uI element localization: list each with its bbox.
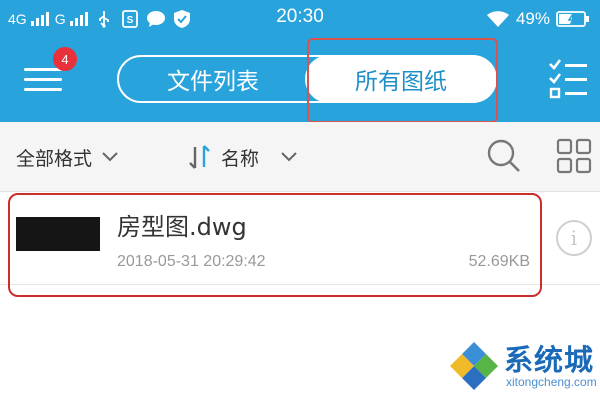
file-info-button[interactable]: i bbox=[556, 220, 592, 256]
status-right: 49% bbox=[486, 7, 590, 31]
search-icon bbox=[487, 139, 520, 172]
site-watermark: 系统城 xitongcheng.com bbox=[448, 337, 600, 400]
watermark-subtitle: xitongcheng.com bbox=[506, 375, 597, 389]
battery-percent: 49% bbox=[515, 9, 550, 28]
grid-view-icon bbox=[556, 138, 592, 174]
app-screen: 4G G S 20:30 49% 4 文件列表 所有图纸 全部格式 名称 房型图… bbox=[0, 0, 600, 400]
watermark-logo-icon bbox=[450, 342, 498, 390]
status-bar: 4G G S 20:30 49% bbox=[0, 0, 600, 38]
sort-arrows-icon bbox=[189, 145, 210, 169]
info-icon: i bbox=[570, 226, 578, 250]
top-bar: 4G G S 20:30 49% 4 文件列表 所有图纸 bbox=[0, 0, 600, 123]
tab-all-drawings[interactable]: 所有图纸 bbox=[305, 55, 497, 103]
file-thumbnail bbox=[16, 217, 100, 251]
format-filter-label: 全部格式 bbox=[16, 147, 93, 170]
grid-view-button[interactable] bbox=[556, 138, 592, 174]
notification-badge: 4 bbox=[53, 47, 77, 71]
chevron-down-icon bbox=[102, 152, 118, 162]
sort-dropdown[interactable]: 名称 bbox=[187, 122, 297, 192]
search-button[interactable] bbox=[486, 138, 522, 174]
tab-switcher: 文件列表 所有图纸 bbox=[117, 55, 497, 103]
sort-label: 名称 bbox=[221, 147, 260, 170]
app-header: 4 文件列表 所有图纸 bbox=[0, 38, 600, 123]
file-name: 房型图.dwg bbox=[117, 213, 247, 241]
file-size: 52.69KB bbox=[468, 253, 530, 270]
checklist-icon bbox=[549, 59, 587, 99]
file-list-item[interactable]: 房型图.dwg 2018-05-31 20:29:42 52.69KB bbox=[0, 193, 600, 285]
wifi-icon bbox=[486, 9, 510, 29]
checklist-button[interactable] bbox=[548, 58, 588, 100]
chevron-down-icon bbox=[281, 152, 297, 162]
battery-charging-icon bbox=[556, 9, 590, 29]
watermark-title: 系统城 bbox=[504, 343, 595, 377]
file-date: 2018-05-31 20:29:42 bbox=[117, 253, 266, 270]
format-filter-dropdown[interactable]: 全部格式 bbox=[16, 122, 118, 192]
tab-file-list[interactable]: 文件列表 bbox=[119, 55, 307, 103]
toolbar: 全部格式 名称 bbox=[0, 122, 600, 192]
